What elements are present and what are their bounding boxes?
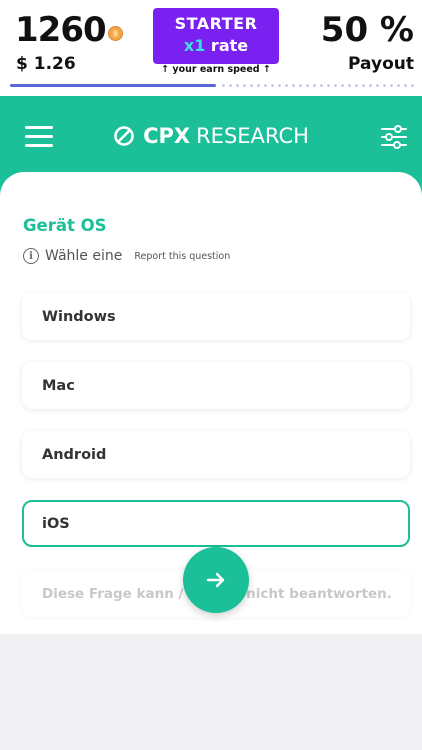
- option-mac[interactable]: Mac: [22, 362, 410, 409]
- coin-balance: 1260: [15, 10, 123, 50]
- payout-progress-bar: [10, 84, 414, 87]
- payout-label: Payout: [348, 54, 414, 74]
- next-button[interactable]: [183, 547, 249, 613]
- usd-balance: $ 1.26: [16, 54, 76, 74]
- brand-light: RESEARCH: [196, 124, 309, 148]
- question-hint: Wähle eine: [45, 248, 123, 264]
- progress-fill: [10, 84, 216, 87]
- earn-speed-label: ↑ your earn speed ↑: [161, 64, 271, 75]
- filter-icon[interactable]: [380, 124, 408, 150]
- coin-count: 1260: [15, 10, 107, 50]
- coin-icon: [107, 25, 123, 41]
- arrow-right-icon: [206, 572, 225, 588]
- question-info: i Wähle eine Report this question: [23, 248, 230, 264]
- option-windows[interactable]: Windows: [22, 293, 410, 340]
- question-card: Gerät OS i Wähle eine Report this questi…: [0, 172, 422, 634]
- progress-remaining: [220, 84, 414, 87]
- rate-label: rate: [210, 36, 249, 55]
- stats-bar: 1260 $ 1.26 STARTER x1 rate ↑ your earn …: [0, 0, 422, 96]
- question-title: Gerät OS: [23, 216, 107, 235]
- info-icon: i: [23, 248, 39, 264]
- brand-logo: CPX RESEARCH: [0, 124, 422, 148]
- option-android[interactable]: Android: [22, 431, 410, 478]
- level-name: STARTER: [174, 14, 258, 33]
- report-question-link[interactable]: Report this question: [134, 251, 230, 262]
- logo-icon: [114, 126, 134, 146]
- brand-bold: CPX: [143, 124, 191, 148]
- rate-multiplier: x1: [183, 36, 206, 55]
- rate-line: x1 rate: [153, 37, 279, 55]
- level-badge[interactable]: STARTER x1 rate: [153, 8, 279, 64]
- payout-percent: 50 %: [320, 10, 414, 50]
- option-ios[interactable]: iOS: [22, 500, 410, 547]
